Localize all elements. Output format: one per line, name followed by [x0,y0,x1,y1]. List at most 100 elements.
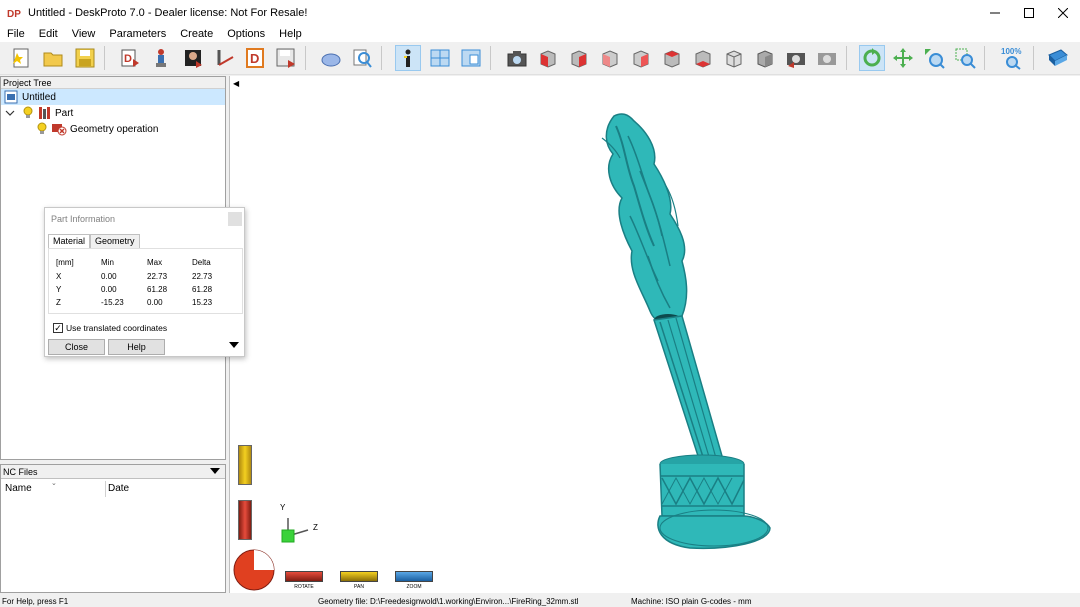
handle-shaft [653,315,723,463]
tree-item-untitled[interactable]: Untitled [1,89,225,105]
create-nc-button[interactable]: D [242,45,268,71]
tree-operation-label: Geometry operation [70,123,159,135]
window-title: Untitled - DeskProto 7.0 - Dealer licens… [28,6,308,19]
view-back-button[interactable] [566,45,592,71]
menu-create[interactable]: Create [173,28,220,40]
save-nc-icon [276,48,295,68]
table-header: [mm] [56,258,74,267]
view-front-button[interactable] [535,45,561,71]
use-translated-checkbox[interactable]: ✓ Use translated coordinates [53,323,167,333]
table-cell: 0.00 [147,298,163,307]
rotate-mode-indicator[interactable] [285,571,323,582]
next-view-button[interactable] [814,45,840,71]
table-cell: Y [56,285,62,294]
part-information-button[interactable] [395,45,421,71]
save-button[interactable] [72,45,98,71]
table-header: Max [147,258,163,267]
nc-col-name[interactable]: Name [5,483,32,494]
menu-help[interactable]: Help [272,28,309,40]
menu-edit[interactable]: Edit [32,28,65,40]
table-cell: 15.23 [192,298,213,307]
dialog-title-bar[interactable]: Part Information [45,208,244,230]
rotate-mode-button[interactable] [859,45,885,71]
pan-label: PAN [354,584,364,590]
rotate-arrows-icon [863,48,881,67]
view-shaded-button[interactable] [752,45,778,71]
rotate-dial[interactable] [232,548,276,592]
help-button[interactable]: Help [108,339,165,355]
view-left-button[interactable] [597,45,623,71]
menu-parameters[interactable]: Parameters [102,28,173,40]
cube-back-icon [571,50,587,68]
pan-mode-indicator[interactable] [340,571,378,582]
screenshot-button[interactable] [504,45,530,71]
tree-part-label: Part [55,107,74,119]
new-file-icon [13,48,29,68]
table-cell: 61.28 [192,285,213,294]
close-icon [1058,7,1068,18]
toolpath-button[interactable] [212,45,238,71]
zoom-label: ZOOM [406,584,422,590]
view-top-button[interactable] [659,45,685,71]
zoom-window-button[interactable] [952,45,978,71]
sort-caret-icon: ⌄ [51,480,57,487]
open-folder-icon [43,52,63,67]
part-parameters-button[interactable] [148,45,174,71]
status-geometry-file: Geometry file: D:\Freedesignwold\1.worki… [318,597,579,606]
inspect-button[interactable] [349,45,375,71]
expand-arrow-icon[interactable] [229,342,239,348]
chevron-down-icon[interactable] [5,108,15,118]
open-file-button[interactable] [40,45,66,71]
svg-text:DP: DP [7,9,21,20]
tab-geometry[interactable]: Geometry [90,234,140,248]
maximize-button[interactable] [1012,0,1046,25]
nc-col-date[interactable]: Date [108,483,129,494]
simulation-button[interactable] [318,45,344,71]
cube-front-icon [540,50,556,68]
tree-item-part[interactable]: Part [1,105,73,121]
table-cell: 0.00 [101,272,117,281]
window-controls [978,0,1080,25]
yellow-slider[interactable] [238,445,252,485]
zoom-window-icon [955,48,976,69]
pan-mode-button[interactable] [890,45,916,71]
camera-forward-icon [818,53,836,65]
table-cell: -15.23 [101,298,124,307]
table-cell: 61.28 [147,285,168,294]
zoom-mode-button[interactable] [921,45,947,71]
operation-parameters-button[interactable] [180,45,206,71]
collapse-arrow-icon[interactable]: ◀ [233,79,239,88]
import-geometry-button[interactable]: D [117,45,143,71]
dialog-close-icon[interactable] [228,212,242,226]
close-window-button[interactable] [1046,0,1080,25]
project-icon [4,90,18,104]
new-file-button[interactable] [8,45,34,71]
view-bottom-button[interactable] [690,45,716,71]
part-information-dialog: Part Information Material Geometry [mm] … [44,207,245,357]
view-right-button[interactable] [628,45,654,71]
tree-item-geometry-operation[interactable]: Geometry operation [1,121,158,137]
minimize-icon [990,12,1000,13]
menu-options[interactable]: Options [220,28,272,40]
checkbox-checked-icon[interactable]: ✓ [53,323,63,333]
dropdown-arrow-icon[interactable] [210,468,220,476]
tab-material[interactable]: Material [48,234,91,248]
part-icon [39,107,50,119]
view-iso-button[interactable] [721,45,747,71]
operation-icon [185,50,202,68]
window-layout-button[interactable] [458,45,484,71]
menu-view[interactable]: View [65,28,103,40]
red-slider[interactable] [238,500,252,540]
menu-file[interactable]: File [0,28,32,40]
close-button[interactable]: Close [48,339,105,355]
minimize-button[interactable] [978,0,1012,25]
previous-view-button[interactable] [783,45,809,71]
3d-viewport[interactable]: Y Z [229,76,1080,593]
save-nc-button[interactable] [273,45,299,71]
table-cell: 22.73 [192,272,213,281]
layout-button[interactable] [427,45,453,71]
axis-y-label: Y [280,503,286,512]
help-book-button[interactable] [1045,45,1071,71]
zoom-100-button[interactable]: 100% [998,45,1024,71]
zoom-mode-indicator[interactable] [395,571,433,582]
